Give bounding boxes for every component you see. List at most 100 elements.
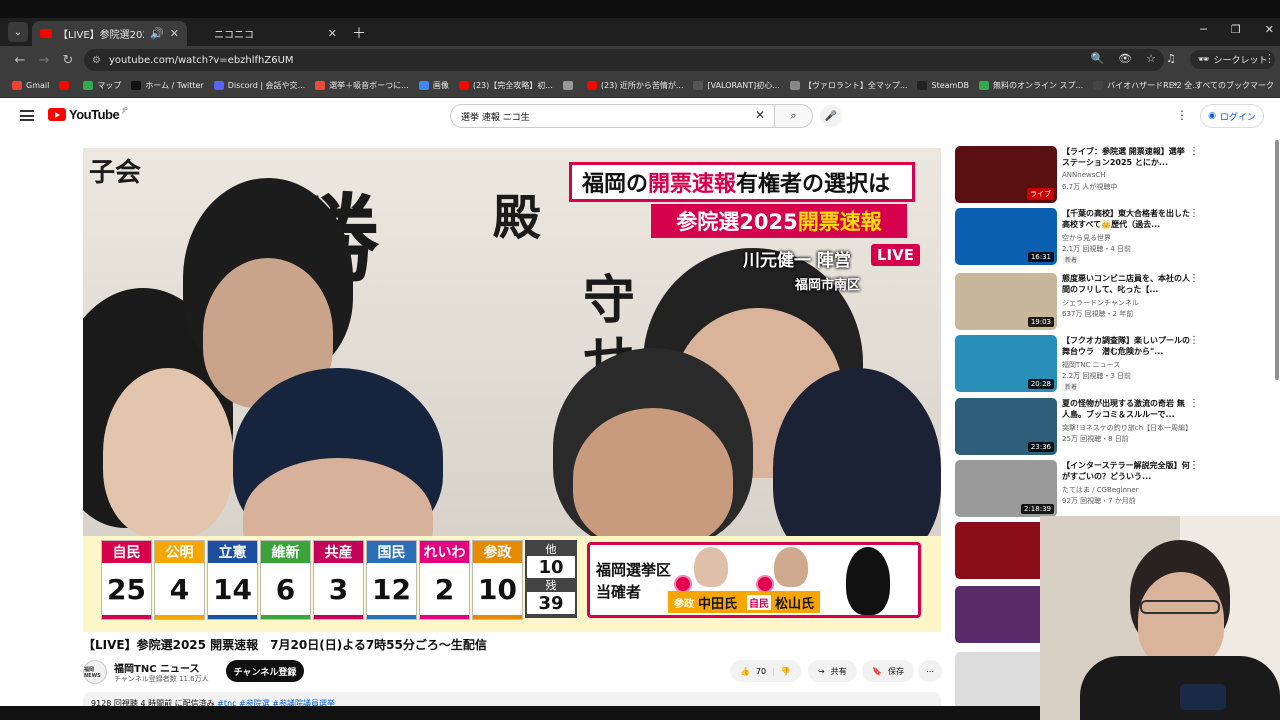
recommended-title[interactable]: 態度悪いコンビニ店員を、本社の人間のフリして、叱った【... — [1062, 273, 1190, 295]
tab-niconico[interactable]: ニコニコ ✕ — [190, 21, 345, 46]
settings-more-icon[interactable]: ⋮ — [1176, 108, 1188, 122]
save-button[interactable]: 🔖 保存 — [862, 660, 914, 682]
video-thumbnail[interactable]: 20:28 — [955, 335, 1057, 392]
recommended-video[interactable]: 20:28 【フクオカ調査隊】楽しいプールの舞台ウラ 潜む危険から"... 福岡TN… — [955, 335, 1199, 393]
bookmarks-overflow-icon[interactable]: » — [1172, 79, 1178, 90]
video-player[interactable]: 子会 勝 殿 守 せ 也 福岡の開票速報 有権者の選択は 参院選2025開票速報… — [83, 148, 941, 632]
recommended-video[interactable]: 23:36 夏の怪物が出現する激流の奇岩 無人島。ブッコミ＆スルルーで... 突撃!… — [955, 398, 1199, 456]
bookmark-item[interactable]: ホーム / Twitter — [131, 80, 204, 91]
login-button[interactable]: ◉ ログイン — [1200, 104, 1264, 128]
video-menu-icon[interactable]: ⋮ — [1189, 146, 1199, 157]
video-menu-icon[interactable]: ⋮ — [1189, 398, 1199, 409]
video-thumbnail[interactable]: 16:31 — [955, 208, 1057, 265]
bookmark-item[interactable]: マップ — [83, 80, 121, 91]
minimize-icon[interactable]: ─ — [1200, 23, 1207, 36]
bookmark-item[interactable]: 【ヴァロラント】全マップ... — [789, 80, 908, 91]
recommended-video[interactable]: 2:18:39 【インターステラー解説完全版】何がすごいの？どういう... たてはま… — [955, 460, 1199, 518]
forward-icon[interactable]: → — [32, 53, 56, 68]
reload-icon[interactable]: ↻ — [56, 53, 80, 68]
address-bar[interactable]: ⚙ youtube.com/watch?v=ebzhlfhZ6UM 🔍 👁 ☆ — [84, 49, 1164, 71]
bookmark-label: 【ヴァロラント】全マップ... — [803, 81, 908, 90]
zoom-icon[interactable]: 🔍 — [1090, 52, 1104, 65]
bookmark-star-icon[interactable]: ☆ — [1146, 52, 1156, 65]
calligraphy-decor: 殿 — [493, 190, 542, 246]
video-menu-icon[interactable]: ⋮ — [1189, 273, 1199, 284]
recommended-title[interactable]: 【フクオカ調査隊】楽しいプールの舞台ウラ 潜む危険から"... — [1062, 335, 1190, 357]
channel-name[interactable]: 福岡TNC ニュース — [114, 660, 200, 675]
like-dislike-group: 👍 70 | 👎 — [730, 660, 801, 682]
audio-playing-icon[interactable]: 🔊 — [150, 27, 164, 40]
youtube-logo[interactable]: YouTube JP — [48, 107, 128, 122]
winners-area-label: 福岡選挙区 当確者 — [596, 559, 671, 603]
video-thumbnail[interactable]: 23:36 — [955, 398, 1057, 455]
duration-badge: 19:03 — [1027, 317, 1054, 327]
recommended-video[interactable]: ライブ 【ライブ：参院選 開票速報】選挙ステーション2025 とにか... ANNn… — [955, 146, 1199, 204]
bookmark-item[interactable]: Discord | 会話や交... — [213, 80, 305, 91]
bookmark-item[interactable]: Gmail — [12, 81, 49, 90]
more-actions-button[interactable]: ⋯ — [918, 660, 942, 682]
tab-close-icon[interactable]: ✕ — [170, 27, 179, 40]
recommended-title[interactable]: 【千葉の高校】東大合格者を出した高校すべて👑歴代（過去... — [1062, 208, 1190, 230]
tab-search-chevron-icon[interactable]: ⌄ — [8, 22, 28, 42]
recommended-title[interactable]: 夏の怪物が出現する激流の奇岩 無人島。ブッコミ＆スルルーで... — [1062, 398, 1190, 420]
page-scrollbar[interactable] — [1275, 140, 1279, 380]
bookmark-item[interactable]: 画像 — [418, 80, 449, 91]
recommended-title[interactable]: 【ライブ：参院選 開票速報】選挙ステーション2025 とにか... — [1062, 146, 1190, 168]
account-icon: ◉ — [1208, 111, 1216, 121]
bookmark-item[interactable] — [59, 81, 73, 90]
recommended-channel[interactable]: 突撃!ヨネスケの釣り旅ch【日本一周編】 — [1062, 423, 1192, 433]
bookmark-item[interactable]: バイオハザードRE:2 全... — [1093, 80, 1200, 91]
tab-youtube-live[interactable]: 【LIVE】参院選2025 開票速報 🔊 ✕ — [32, 21, 187, 46]
recommended-video[interactable]: 19:03 態度悪いコンビニ店員を、本社の人間のフリして、叱った【... ジェラード… — [955, 273, 1199, 331]
tracking-off-icon[interactable]: 👁 — [1118, 52, 1132, 65]
bookmark-item[interactable]: (23)【完全攻略】初... — [458, 80, 553, 91]
subscribe-button[interactable]: チャンネル登録 — [226, 660, 304, 682]
recommended-channel[interactable]: 福岡TNC ニュース — [1062, 360, 1120, 370]
site-info-icon[interactable]: ⚙ — [92, 55, 101, 66]
youtube-header: YouTube JP 選挙 速報 ニコ生 ✕ ⌕ 🎤 ⋮ ◉ ログイン — [0, 98, 1280, 136]
recommended-channel[interactable]: 空から見る世界 — [1062, 233, 1111, 243]
recommended-channel[interactable]: ジェラードンチャンネル — [1062, 298, 1139, 308]
divider: | — [772, 666, 775, 676]
channel-avatar[interactable]: 福岡 NEWS — [83, 660, 107, 684]
share-button[interactable]: ↪ 共有 — [808, 660, 857, 682]
like-icon[interactable]: 👍 — [740, 667, 750, 676]
all-bookmarks-folder[interactable]: すべてのブックマーク — [1195, 80, 1274, 91]
back-icon[interactable]: ← — [8, 53, 32, 68]
recommended-video[interactable]: 16:31 【千葉の高校】東大合格者を出した高校すべて👑歴代（過去... 空から見る… — [955, 208, 1199, 266]
recommended-channel[interactable]: ANNnewsCH — [1062, 171, 1106, 179]
search-button[interactable]: ⌕ — [775, 104, 813, 128]
recommended-channel[interactable]: たてはま / CGBeginner — [1062, 485, 1139, 495]
search-input[interactable]: 選挙 速報 ニコ生 — [450, 104, 775, 128]
video-menu-icon[interactable]: ⋮ — [1189, 460, 1199, 471]
dislike-icon[interactable]: 👎 — [781, 667, 791, 676]
tab-close-icon[interactable]: ✕ — [328, 27, 337, 40]
recommended-title[interactable]: 【インターステラー解説完全版】何がすごいの？どういう... — [1062, 460, 1190, 482]
restore-icon[interactable]: ❐ — [1231, 23, 1241, 36]
window-close-icon[interactable]: ✕ — [1265, 23, 1274, 36]
new-tab-icon[interactable]: ＋ — [352, 23, 366, 43]
bookmark-favicon-icon — [59, 81, 70, 90]
bookmark-item[interactable] — [562, 81, 577, 90]
bookmark-item[interactable]: 選挙＋吸音ボーつに... — [315, 80, 409, 91]
video-thumbnail[interactable]: 2:18:39 — [955, 460, 1057, 517]
hamburger-menu-icon[interactable] — [20, 110, 34, 121]
incognito-profile-button[interactable]: 🕶 シークレット — [1190, 50, 1276, 69]
video-thumbnail[interactable]: 19:03 — [955, 273, 1057, 330]
media-controls-icon[interactable]: ♫ — [1166, 52, 1176, 65]
banner-text-highlight: 開票速報 — [648, 172, 737, 197]
calligraphy-decor: 子会 — [89, 158, 142, 188]
remaining-value: 39 — [527, 592, 575, 614]
video-thumbnail[interactable]: ライブ — [955, 146, 1057, 203]
clear-search-icon[interactable]: ✕ — [755, 108, 765, 122]
login-label: ログイン — [1219, 112, 1256, 123]
voice-search-button[interactable]: 🎤 — [820, 105, 842, 127]
bookmark-item[interactable]: 無料のオンライン スプ... — [978, 80, 1083, 91]
bookmark-item[interactable]: (23) 近所から苦情が... — [586, 80, 683, 91]
video-menu-icon[interactable]: ⋮ — [1189, 208, 1199, 219]
bookmark-item[interactable]: SteamDB — [917, 81, 969, 90]
video-menu-icon[interactable]: ⋮ — [1189, 335, 1199, 346]
bookmark-item[interactable]: [VALORANT]初心... — [693, 80, 780, 91]
browser-menu-icon[interactable]: ⋮ — [1264, 52, 1275, 65]
region-code: JP — [122, 107, 128, 114]
